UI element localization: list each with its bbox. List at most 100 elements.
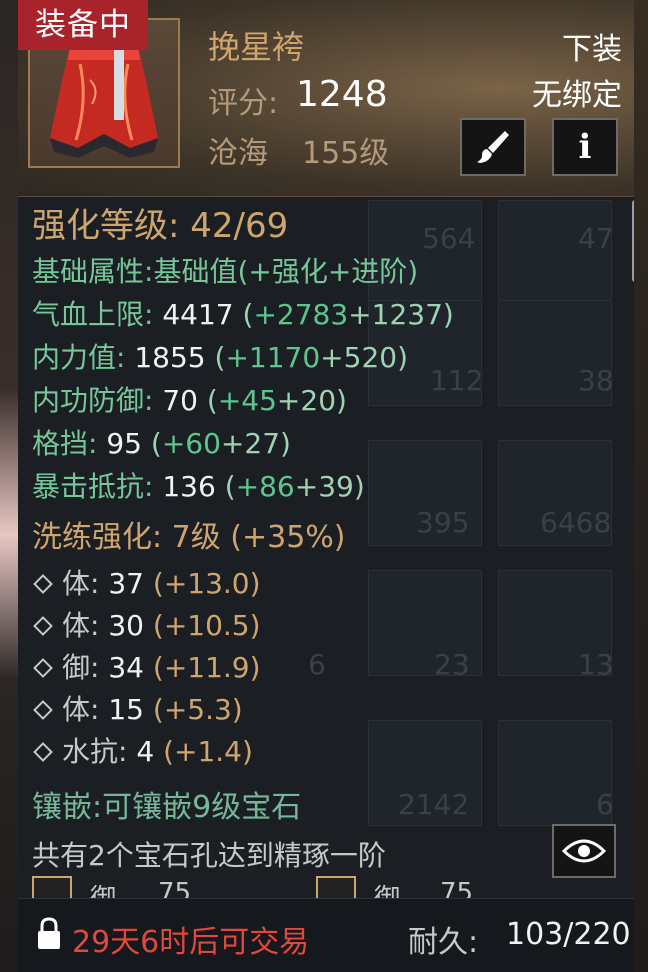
base-attr-label: 基础属性: [32,255,154,288]
base-attr-row: 格挡: 95 (+60+27) [32,422,291,462]
enhance-value: 42/69 [190,206,289,246]
attr-bonus: (+86+39) [224,470,365,503]
refine-attr-name: 体: [62,693,100,726]
attr-bonus-advance: +20 [276,384,337,417]
base-attr-row: 暴击抵抗: 136 (+86+39) [32,465,365,505]
enhance-level-row: 强化等级: 42/69 [32,198,288,247]
attr-bonus: (+60+27) [150,427,291,460]
attr-value: 4417 [162,298,234,331]
bg-slot-count: 6 [596,788,614,821]
refine-attr-value: 34 [108,651,144,684]
refine-attr-bonus: (+10.5) [152,609,261,642]
item-tooltip-panel: 564 47 112 38 395 6468 6 23 13 2142 6 装备… [18,0,634,972]
refine-attr-value: 4 [136,735,155,768]
item-header: 装备中 挽星袴 评分: 1248 沧海 155级 下装 无绑定 i [18,0,634,197]
bg-slot-count: 38 [578,364,614,397]
attr-bonus-advance: +1237 [348,298,443,331]
attr-bonus: (+45+20) [206,384,347,417]
attr-bonus-advance: +520 [320,341,398,374]
view-gems-button[interactable] [552,824,616,878]
bg-slot-count: 47 [578,222,614,255]
refine-attr-value: 15 [108,693,144,726]
attr-value: 95 [106,427,142,460]
attr-name: 暴击抵抗: [32,470,154,503]
refine-attr-name: 御: [62,651,100,684]
trade-cooldown: 29天6时后可交易 [72,925,310,960]
base-attr-base: 基础值( [153,255,249,288]
attr-value: 136 [162,470,216,503]
base-attr-plus-advance: +进阶) [327,255,419,288]
refine-attr-row: 御: 34 (+11.9) [32,646,261,686]
brush-icon [477,131,509,163]
refine-attr-name: 体: [62,609,100,642]
diamond-bullet-icon [33,573,53,594]
refine-label: 洗练强化: [32,520,163,555]
refine-attr-bonus: (+11.9) [152,651,261,684]
enhance-label: 强化等级: [32,206,180,246]
attr-name: 气血上限: [32,298,154,331]
attr-bonus-enhance: +45 [217,384,277,417]
attr-bonus-advance: +27 [220,427,281,460]
equipped-badge: 装备中 [18,0,148,50]
attr-bonus: (+1170+520) [214,341,409,374]
refine-attr-row: 体: 15 (+5.3) [32,688,243,728]
eye-icon [562,839,606,863]
refine-attr-row: 水抗: 4 (+1.4) [32,730,253,770]
dye-button[interactable] [460,118,526,176]
school-requirement: 沧海 [208,136,268,171]
background-scene-left [0,0,18,972]
refine-value: 7级 (+35%) [171,520,346,555]
bg-slot-count: 395 [416,506,470,539]
refine-attr-row: 体: 37 (+13.0) [32,562,261,602]
score-value: 1248 [296,74,388,115]
attr-name: 内功防御: [32,384,154,417]
refine-attr-bonus: (+5.3) [152,693,243,726]
base-attr-row: 内功防御: 70 (+45+20) [32,379,347,419]
durability-value: 103/220 [506,917,631,952]
score-label: 评分: [208,86,279,121]
bg-slot-count: 112 [430,364,484,397]
base-attr-row: 内力值: 1855 (+1170+520) [32,336,408,376]
refine-attr-bonus: (+1.4) [163,735,253,768]
attr-value: 1855 [134,341,206,374]
background-scene-right [634,0,648,972]
attr-bonus-enhance: +86 [235,470,295,503]
bg-slot-count: 23 [434,648,470,681]
attr-value: 70 [162,384,198,417]
bg-slot-count: 6 [308,648,326,681]
diamond-bullet-icon [33,741,53,762]
item-name: 挽星袴 [208,28,305,66]
bg-slot-count: 2142 [398,788,470,821]
item-footer: 29天6时后可交易 耐久: 103/220 [18,898,634,972]
refine-attr-name: 水抗: [62,735,128,768]
refine-attr-name: 体: [62,567,100,600]
diamond-bullet-icon [33,699,53,720]
refine-attr-value: 37 [108,567,144,600]
durability-label: 耐久: [408,925,479,960]
inlay-title: 镶嵌:可镶嵌9级宝石 [32,790,302,825]
bind-status: 无绑定 [532,78,622,113]
bg-slot-count: 6468 [540,506,612,539]
attr-name: 内力值: [32,341,126,374]
base-attr-header: 基础属性:基础值(+强化+进阶) [32,250,418,290]
info-icon: i [578,127,592,167]
diamond-bullet-icon [33,657,53,678]
base-attr-row: 气血上限: 4417 (+2783+1237) [32,293,454,333]
tooltip-scrollbar[interactable] [632,200,634,282]
bg-slot-count: 13 [578,648,614,681]
refine-attr-bonus: (+13.0) [152,567,261,600]
attr-bonus-advance: +39 [294,470,354,503]
attr-bonus-enhance: +60 [161,427,221,460]
refine-attr-value: 30 [108,609,144,642]
base-attr-plus-enhance: +强化 [248,255,328,288]
attr-bonus-enhance: +1170 [225,341,321,374]
attr-bonus: (+2783+1237) [242,298,454,331]
bg-inventory-slot [498,720,612,826]
attr-bonus-enhance: +2783 [253,298,349,331]
lock-icon [38,917,60,949]
bg-slot-count: 564 [422,222,476,255]
level-requirement: 155级 [302,136,390,171]
info-button[interactable]: i [552,118,618,176]
inlay-description: 共有2个宝石孔达到精琢一阶 [32,839,386,872]
refine-row: 洗练强化: 7级 (+35%) [32,512,346,556]
